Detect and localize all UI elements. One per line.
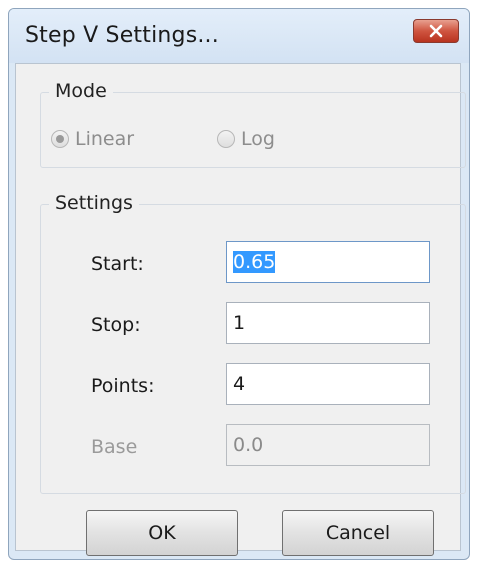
ok-button[interactable]: OK — [86, 510, 238, 556]
dialog-body: Mode Linear Log Settings Start: 0.65 Sto… — [15, 63, 466, 556]
close-icon — [429, 24, 443, 38]
base-input-value: 0.0 — [233, 434, 264, 456]
log-radio-label: Log — [241, 128, 275, 150]
radio-icon — [51, 130, 69, 148]
mode-group-title: Mode — [49, 80, 113, 102]
settings-group-title: Settings — [49, 192, 139, 214]
stop-input[interactable]: 1 — [226, 302, 430, 344]
points-input-value: 4 — [233, 373, 246, 395]
radio-icon — [217, 130, 235, 148]
title-bar[interactable]: Step V Settings... — [9, 9, 469, 63]
start-label: Start: — [91, 253, 144, 275]
base-input: 0.0 — [226, 424, 430, 466]
window-title: Step V Settings... — [25, 23, 219, 48]
stop-input-value: 1 — [233, 312, 246, 334]
mode-group: Mode Linear Log — [40, 80, 466, 168]
linear-radio-label: Linear — [75, 128, 135, 150]
log-radio[interactable]: Log — [217, 128, 275, 150]
linear-radio[interactable]: Linear — [51, 128, 134, 150]
start-input[interactable]: 0.65 — [226, 241, 430, 283]
stop-label: Stop: — [91, 314, 141, 336]
close-button[interactable] — [413, 19, 459, 43]
start-input-value: 0.65 — [233, 251, 276, 273]
points-label: Points: — [91, 375, 155, 397]
points-input[interactable]: 4 — [226, 363, 430, 405]
cancel-button[interactable]: Cancel — [282, 510, 434, 556]
settings-group: Settings Start: 0.65 Stop: 1 Points: 4 B… — [40, 192, 466, 494]
base-label: Base — [91, 436, 138, 458]
dialog-window: Step V Settings... Mode Linear Log Setti… — [8, 8, 470, 560]
